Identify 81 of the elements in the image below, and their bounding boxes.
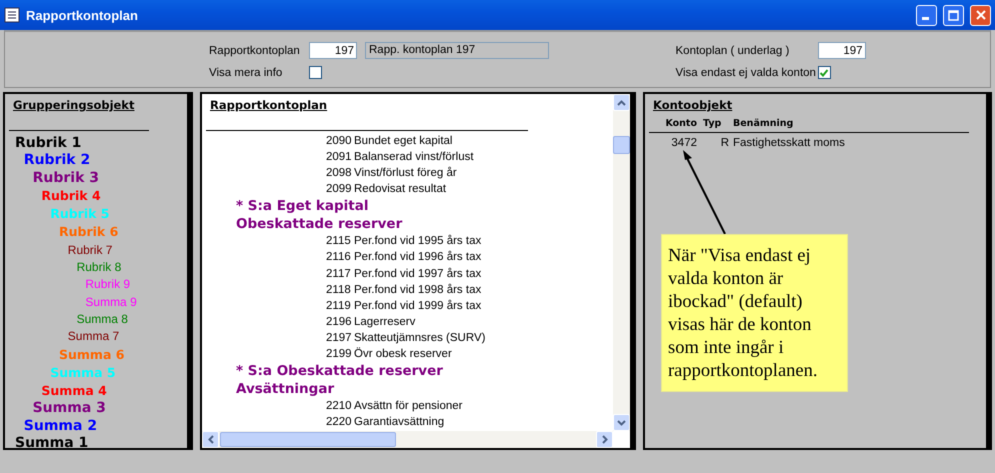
group-total[interactable]: Summa 2 (24, 418, 98, 434)
account-number: 2197 (326, 330, 353, 346)
account-number: 2116 (326, 250, 352, 266)
panel-title: Grupperingsobjekt (13, 98, 134, 112)
vertical-scrollbar[interactable] (613, 94, 630, 431)
group-label: * S:a Eget kapital (236, 197, 368, 216)
minimize-icon (922, 17, 928, 20)
account-number: 2196 (326, 314, 353, 330)
chevron-up-icon (617, 100, 626, 106)
group-heading[interactable]: Rubrik 7 (68, 242, 112, 257)
table-cell-text: 3472 (670, 137, 698, 149)
field-label: Rapportkontoplan (209, 44, 301, 56)
account-number: 2199 (326, 347, 353, 362)
chevron-left-icon (208, 435, 214, 444)
account-name: Per.fond vid 1995 års tax (354, 234, 482, 250)
maximize-button[interactable] (943, 4, 964, 26)
group-heading[interactable]: Rubrik 1 (15, 135, 82, 151)
account-number: 2115 (326, 234, 352, 250)
account-name: Per.fond vid 1996 års tax (354, 250, 482, 266)
account-name: Balanserad vinst/förlust (354, 150, 474, 166)
account-name: Per.fond vid 1999 års tax (354, 298, 482, 314)
window-title: Rapportkontoplan (26, 8, 139, 22)
checkbox-label: Visa endast ej valda konton (676, 66, 814, 78)
chevron-down-icon (617, 420, 626, 426)
account-name: Redovisat resultat (354, 182, 446, 198)
scroll-down-button[interactable] (613, 414, 630, 431)
checkbox-label: Visa mera info (209, 66, 284, 78)
close-button[interactable] (970, 4, 991, 26)
group-total[interactable]: Summa 3 (32, 400, 106, 416)
account-number: 2118 (326, 282, 352, 298)
table-cell-text: R (720, 137, 730, 149)
column-header: Typ (703, 118, 722, 129)
group-label: * S:a Obeskattade reserver (236, 362, 443, 380)
account-number: 2210 (326, 399, 353, 414)
account-name: Garantiavsättning (354, 415, 444, 430)
column-header: Konto (664, 118, 698, 129)
panel-title: Kontoobjekt (653, 98, 732, 112)
account-name: Vinst/förlust föreg år (354, 166, 457, 182)
plan-name-field[interactable]: Rapp. kontoplan 197 (365, 42, 549, 59)
scroll-right-button[interactable] (596, 431, 613, 448)
minimize-button[interactable] (916, 4, 937, 26)
base-plan-field[interactable]: 197 (818, 42, 866, 59)
field-label: Kontoplan ( underlag ) (676, 44, 790, 56)
account-number: 2117 (326, 266, 352, 282)
group-total[interactable]: Summa 7 (68, 329, 120, 344)
account-name: Avsättn för pensioner (354, 399, 462, 414)
table-cell-text: Fastighetsskatt moms (733, 137, 846, 149)
group-heading[interactable]: Rubrik 3 (32, 170, 99, 186)
group-heading[interactable]: Rubrik 2 (24, 152, 90, 168)
close-icon (976, 10, 986, 20)
scroll-left-button[interactable] (202, 431, 219, 448)
checkbox[interactable] (818, 66, 830, 79)
list-icon (4, 7, 20, 23)
maximize-icon (948, 10, 959, 20)
account-number: 2220 (326, 415, 353, 430)
group-total[interactable]: Summa 8 (76, 312, 128, 326)
account-number: 2098 (326, 166, 353, 182)
checkbox[interactable] (309, 66, 322, 79)
account-name: Skatteutjämnsres (SURV) (354, 330, 486, 346)
group-heading[interactable]: Rubrik 8 (76, 260, 122, 274)
account-name: Per.fond vid 1998 års tax (354, 282, 482, 298)
horizontal-scrollbar[interactable] (202, 431, 613, 448)
scrollbar-thumb[interactable] (613, 136, 630, 154)
account-name: Lagerreserv (354, 314, 416, 330)
account-number: 2099 (326, 182, 353, 198)
chevron-right-icon (602, 435, 608, 444)
group-label: Obeskattade reserver (236, 215, 402, 234)
account-name: Per.fond vid 1997 års tax (354, 266, 482, 282)
account-name: Övr obesk reserver (354, 346, 452, 362)
account-number: 2119 (326, 298, 352, 314)
account-number: 2090 (326, 134, 353, 149)
group-label: Avsättningar (236, 380, 334, 398)
group-total[interactable]: Summa 1 (15, 435, 88, 452)
callout-note: När "Visa endast ej valda konton är ibockad" (default) visas här de konton som inte ingår i rapportkontoplanen. (661, 234, 848, 392)
column-header: Benämning (733, 118, 794, 129)
account-number: 2091 (326, 150, 353, 166)
panel-title: Rapportkontoplan (210, 98, 328, 112)
account-name: Bundet eget kapital (354, 134, 452, 149)
scroll-up-button[interactable] (613, 94, 630, 111)
scrollbar-thumb[interactable] (220, 432, 396, 447)
plan-number-field[interactable]: 197 (309, 42, 357, 59)
